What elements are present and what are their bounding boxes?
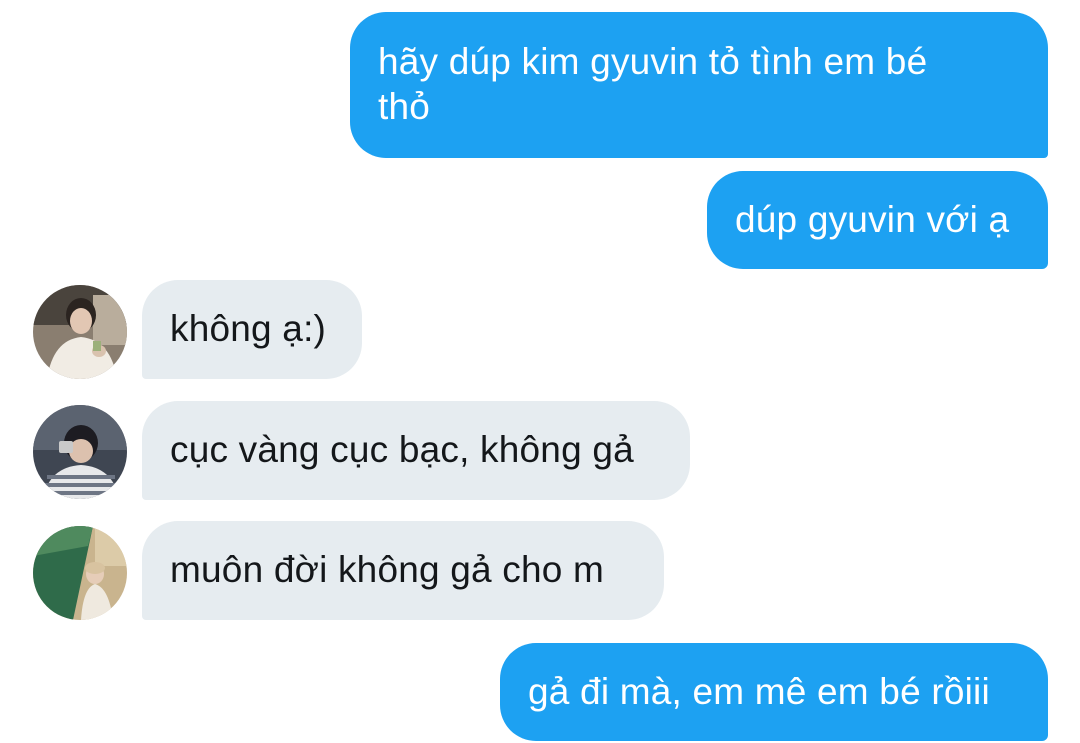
message-text: cục vàng cục bạc, không gả bbox=[170, 429, 634, 470]
sent-message-bubble[interactable]: hãy dúp kim gyuvin tỏ tình em bé thỏ bbox=[350, 12, 1048, 158]
avatar-photo-3 bbox=[33, 526, 127, 620]
chat-thread: hãy dúp kim gyuvin tỏ tình em bé thỏ dúp… bbox=[0, 0, 1080, 743]
avatar-photo-2 bbox=[33, 405, 127, 499]
sent-message-bubble[interactable]: dúp gyuvin với ạ bbox=[707, 171, 1048, 269]
received-message-bubble[interactable]: muôn đời không gả cho m bbox=[142, 521, 664, 620]
message-text: hãy dúp kim gyuvin tỏ tình em bé thỏ bbox=[378, 41, 928, 127]
received-message-bubble[interactable]: không ạ:) bbox=[142, 280, 362, 379]
user-avatar[interactable] bbox=[33, 526, 127, 620]
message-text: muôn đời không gả cho m bbox=[170, 549, 605, 590]
message-text: không ạ:) bbox=[170, 308, 327, 349]
avatar-photo-1 bbox=[33, 285, 127, 379]
received-message-bubble[interactable]: cục vàng cục bạc, không gả bbox=[142, 401, 690, 500]
message-text: gả đi mà, em mê em bé rồiii bbox=[528, 671, 990, 712]
message-text: dúp gyuvin với ạ bbox=[735, 199, 1010, 240]
user-avatar[interactable] bbox=[33, 285, 127, 379]
user-avatar[interactable] bbox=[33, 405, 127, 499]
sent-message-bubble[interactable]: gả đi mà, em mê em bé rồiii bbox=[500, 643, 1048, 741]
